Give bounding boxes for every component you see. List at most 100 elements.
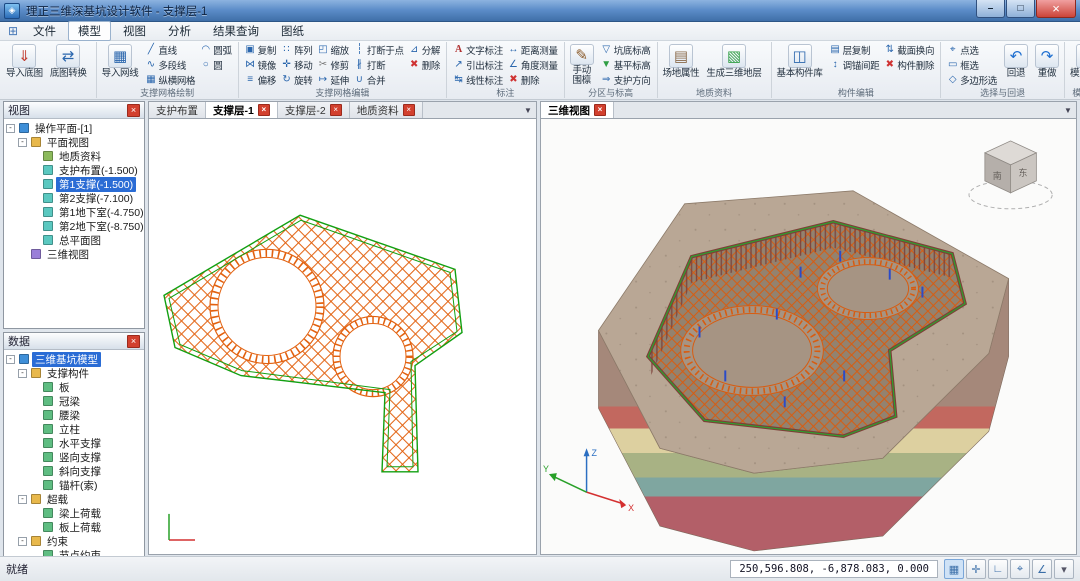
osnap-toggle[interactable] <box>1010 559 1030 579</box>
ribbon-small-button[interactable]: 多段线 <box>143 57 197 72</box>
tree-item[interactable]: 板 <box>6 380 144 394</box>
ribbon-small-button[interactable]: 缩放 <box>315 42 350 57</box>
tab-overflow-icon[interactable] <box>1060 102 1076 118</box>
ribbon-small-button[interactable]: 镜像 <box>243 57 278 72</box>
tree-item[interactable]: 竖向支撑 <box>6 450 144 464</box>
tree-item[interactable]: 锚杆(索) <box>6 478 144 492</box>
ribbon-small-button[interactable]: 分解 <box>407 42 442 57</box>
tree-item[interactable]: 水平支撑 <box>6 436 144 450</box>
tree-item[interactable]: 第2地下室(-8.750) <box>6 219 144 233</box>
ortho-toggle[interactable] <box>988 559 1008 579</box>
tree-item[interactable]: 梁上荷载 <box>6 506 144 520</box>
3d-viewport[interactable]: 南 东 Z X Y <box>540 119 1077 555</box>
menu-file[interactable]: 文件 <box>23 21 66 41</box>
ribbon-small-button[interactable]: 文字标注 <box>451 42 505 57</box>
tree-item[interactable]: 三维基坑模型 <box>6 352 144 366</box>
ribbon-small-button[interactable]: 偏移 <box>243 72 278 87</box>
component-library-button[interactable]: 基本构件库 <box>774 42 826 88</box>
tree-item[interactable]: 腰梁 <box>6 408 144 422</box>
ribbon-small-button[interactable]: 旋转 <box>279 72 314 87</box>
tab-close-icon[interactable] <box>330 104 342 116</box>
ribbon-small-button[interactable]: 距离测量 <box>506 42 560 57</box>
tab-support-layout[interactable]: 支护布置 <box>149 102 206 118</box>
menu-view[interactable]: 视图 <box>113 21 156 41</box>
tree-toggle-icon[interactable] <box>6 355 15 364</box>
ribbon-small-button[interactable]: 引出标注 <box>451 57 505 72</box>
ribbon-small-button[interactable]: 坑底标高 <box>599 42 653 57</box>
ribbon-small-button[interactable]: 纵横网格 <box>143 72 197 87</box>
ribbon-small-button[interactable]: 多边形选 <box>945 72 999 87</box>
ribbon-small-button[interactable]: 圆弧 <box>198 42 233 57</box>
tab-close-icon[interactable] <box>403 104 415 116</box>
ribbon-small-button[interactable]: 打断 <box>352 57 406 72</box>
tree-toggle-icon[interactable] <box>18 495 27 504</box>
tree-item[interactable]: 立柱 <box>6 422 144 436</box>
ribbon-small-button[interactable]: 延伸 <box>315 72 350 87</box>
grid-toggle[interactable] <box>944 559 964 579</box>
menu-analysis[interactable]: 分析 <box>158 21 201 41</box>
close-icon[interactable] <box>127 104 140 117</box>
generate-strata-button[interactable]: 生成三维地层 <box>703 42 764 88</box>
tree-item[interactable]: 约束 <box>6 534 144 548</box>
tree-item[interactable]: 平面视图 <box>6 135 144 149</box>
close-button-icon[interactable] <box>1036 0 1076 18</box>
tree-toggle-icon[interactable] <box>18 537 27 546</box>
navigation-cube[interactable]: 南 东 <box>969 141 1052 209</box>
tree-item[interactable]: 操作平面-[1] <box>6 121 144 135</box>
snap-toggle[interactable] <box>966 559 986 579</box>
tree-item[interactable]: 支护布置(-1.500) <box>6 163 144 177</box>
tree-toggle-icon[interactable] <box>6 124 15 133</box>
tab-overflow-icon[interactable] <box>520 102 536 118</box>
import-basemap-button[interactable]: 导入底图 <box>3 42 46 88</box>
ribbon-small-button[interactable]: 基平标高 <box>599 57 653 72</box>
quick-access-icon[interactable] <box>4 24 22 38</box>
site-props-button[interactable]: 场地属性 <box>660 42 703 88</box>
tab-close-icon[interactable] <box>594 104 606 116</box>
tree-item[interactable]: 总平面图 <box>6 233 144 247</box>
minimize-button-icon[interactable] <box>976 0 1005 18</box>
ribbon-small-button[interactable]: 合并 <box>352 72 406 87</box>
tree-item[interactable]: 支撑构件 <box>6 366 144 380</box>
import-gridlines-button[interactable]: 导入网线 <box>99 42 142 88</box>
tree-item[interactable]: 板上荷载 <box>6 520 144 534</box>
tab-geology[interactable]: 地质资料 <box>350 102 423 118</box>
tree-toggle-icon[interactable] <box>18 369 27 378</box>
ribbon-small-button[interactable]: 线性标注 <box>451 72 505 87</box>
redo-button[interactable]: 重做 <box>1032 42 1062 88</box>
ribbon-small-button[interactable]: 修剪 <box>315 57 350 72</box>
more-toggle[interactable] <box>1054 559 1074 579</box>
ribbon-small-button[interactable]: 调锚间距 <box>828 57 882 72</box>
model-check-button[interactable]: 模型检查 <box>1067 42 1080 88</box>
tree-toggle-icon[interactable] <box>18 138 27 147</box>
ribbon-small-button[interactable]: 复制 <box>243 42 278 57</box>
tree-item[interactable]: 第1支撑(-1.500) <box>6 177 144 191</box>
tree-item[interactable]: 冠梁 <box>6 394 144 408</box>
ribbon-small-button[interactable]: 截面换向 <box>882 42 936 57</box>
ribbon-small-button[interactable]: 移动 <box>279 57 314 72</box>
ribbon-small-button[interactable]: 框选 <box>945 57 999 72</box>
ribbon-small-button[interactable]: 删除 <box>407 57 442 72</box>
maximize-button-icon[interactable] <box>1006 0 1035 18</box>
tree-item[interactable]: 超载 <box>6 492 144 506</box>
tab-brace-layer-1[interactable]: 支撑层-1 <box>206 102 278 118</box>
convert-basemap-button[interactable]: 底图转换 <box>47 42 90 88</box>
undo-button[interactable]: 回退 <box>1001 42 1031 88</box>
tree-item[interactable]: 斜向支撑 <box>6 464 144 478</box>
menu-results[interactable]: 结果查询 <box>203 21 269 41</box>
tree-item[interactable]: 第2支撑(-7.100) <box>6 191 144 205</box>
polar-toggle[interactable] <box>1032 559 1052 579</box>
ribbon-small-button[interactable]: 层复制 <box>828 42 882 57</box>
tab-brace-layer-2[interactable]: 支撑层-2 <box>278 102 350 118</box>
ribbon-small-button[interactable]: 删除 <box>506 72 560 87</box>
tree-item[interactable]: 地质资料 <box>6 149 144 163</box>
close-icon[interactable] <box>127 335 140 348</box>
tree-item[interactable]: 第1地下室(-4.750) <box>6 205 144 219</box>
tab-3d-view[interactable]: 三维视图 <box>541 102 614 118</box>
ribbon-small-button[interactable]: 圆 <box>198 57 233 72</box>
ribbon-small-button[interactable]: 点选 <box>945 42 999 57</box>
menu-model[interactable]: 模型 <box>68 21 111 41</box>
manual-waler-button[interactable]: 手动围檩 <box>567 42 597 88</box>
ribbon-small-button[interactable]: 打断于点 <box>352 42 406 57</box>
tree-item[interactable]: 三维视图 <box>6 247 144 261</box>
ribbon-small-button[interactable]: 角度测量 <box>506 57 560 72</box>
